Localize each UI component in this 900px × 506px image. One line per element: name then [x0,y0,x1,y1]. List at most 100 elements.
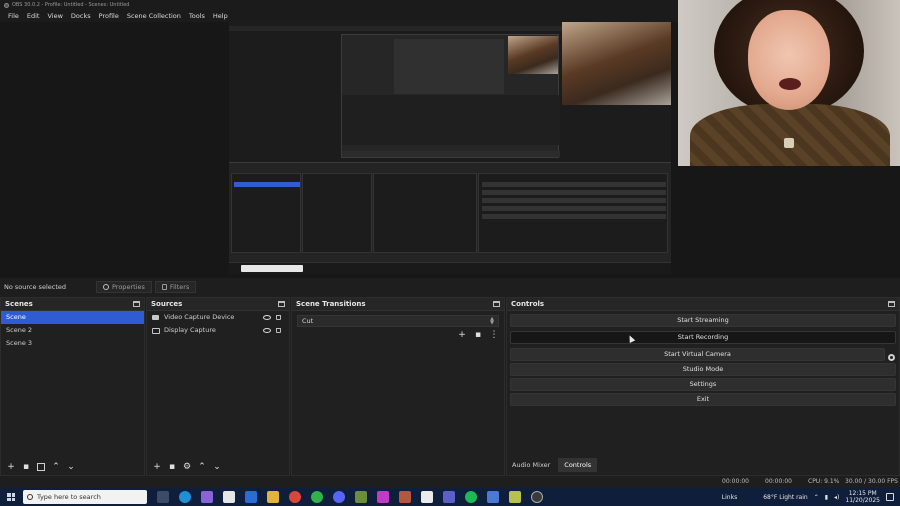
float-dock-icon[interactable] [493,301,500,307]
move-up-icon[interactable]: ⌃ [50,461,62,473]
task-view-icon[interactable] [157,491,169,503]
transition-select[interactable]: Cut ▲ ▼ [297,315,499,327]
lock-icon[interactable] [276,328,281,333]
document-icon[interactable] [421,491,433,503]
move-down-icon[interactable]: ⌄ [65,461,77,473]
source-item-video-capture[interactable]: Video Capture Device [147,311,289,324]
edge-icon[interactable] [179,491,191,503]
weather-widget[interactable]: 68°F Light rain [763,494,808,501]
transition-value: Cut [302,317,314,325]
transitions-title: Scene Transitions [296,300,366,308]
tab-audio-mixer[interactable]: Audio Mixer [506,458,556,472]
more-options-icon[interactable]: ⋮ [488,329,500,341]
nested-mini-preview [394,39,504,94]
spotify-icon[interactable] [465,491,477,503]
float-dock-icon[interactable] [888,301,895,307]
controls-dock-header: Controls [507,298,899,311]
properties-button[interactable]: Properties [96,281,152,293]
nested-webcam [562,22,671,105]
start-virtual-camera-button[interactable]: Start Virtual Camera [510,348,885,361]
exit-button[interactable]: Exit [510,393,896,406]
virtual-camera-label: Start Virtual Camera [664,350,731,358]
trash-icon[interactable]: ▪ [472,329,484,341]
float-dock-icon[interactable] [278,301,285,307]
links-toolbar[interactable]: Links [722,494,737,501]
webcam-pendant [784,138,794,148]
visibility-eye-icon[interactable] [263,315,271,320]
scene-filters-icon[interactable] [35,461,47,473]
start-streaming-button[interactable]: Start Streaming [510,314,896,327]
minecraft-icon[interactable] [355,491,367,503]
nested-sources-panel [302,173,372,253]
preview-canvas[interactable] [229,22,671,274]
tray-chevron-icon[interactable]: ⌃ [814,494,819,501]
app-yellow-icon[interactable] [509,491,521,503]
volume-icon[interactable]: ◂) [834,494,839,501]
nested-docks [229,162,671,262]
no-source-label: No source selected [4,283,66,291]
menu-help[interactable]: Help [209,10,232,22]
studio-mode-button[interactable]: Studio Mode [510,363,896,376]
start-recording-button[interactable]: Start Recording [510,331,896,344]
filters-label: Filters [169,283,190,291]
add-transition-icon[interactable]: + [456,329,468,341]
menu-file[interactable]: File [4,10,23,22]
notification-icon[interactable] [886,493,894,501]
taskbar-search[interactable]: Type here to search [23,490,147,504]
float-dock-icon[interactable] [133,301,140,307]
obs-taskbar-icon[interactable] [531,491,543,503]
menu-tools[interactable]: Tools [185,10,209,22]
sources-title: Sources [151,300,183,308]
clock-date: 11/20/2025 [845,497,880,504]
taskbar-clock[interactable]: 12:15 PM 11/20/2025 [845,490,880,504]
nested-controls-panel [478,173,668,253]
menu-scene-collection[interactable]: Scene Collection [123,10,185,22]
scenes-title: Scenes [5,300,33,308]
system-tray: Links 68°F Light rain ⌃ ▮ ◂) 12:15 PM 11… [722,488,900,506]
controls-title: Controls [511,300,545,308]
mail-icon[interactable] [245,491,257,503]
chrome-icon[interactable] [289,491,301,503]
gear-icon[interactable]: ⚙ [181,461,193,473]
network-icon[interactable]: ▮ [825,494,828,501]
app-orange-icon[interactable] [399,491,411,503]
filter-icon [161,284,167,290]
copilot-icon[interactable] [201,491,213,503]
filters-button[interactable]: Filters [154,281,197,293]
window-title: OBS 30.0.2 - Profile: Untitled - Scenes:… [12,2,130,8]
windows-start-icon[interactable] [7,493,15,501]
move-down-icon[interactable]: ⌄ [211,461,223,473]
lock-icon[interactable] [276,315,281,320]
settings-button[interactable]: Settings [510,378,896,391]
menu-docks[interactable]: Docks [67,10,95,22]
nested-control-btn [482,190,666,195]
teams-icon[interactable] [443,491,455,503]
scene-item-scene-2[interactable]: Scene 2 [1,324,144,337]
camera-icon [152,315,159,320]
webcam-sweater [690,104,890,166]
add-source-icon[interactable]: + [151,461,163,473]
source-item-display-capture[interactable]: Display Capture [147,324,289,337]
trash-icon[interactable]: ▪ [166,461,178,473]
photos-icon[interactable] [487,491,499,503]
add-scene-icon[interactable]: + [5,461,17,473]
discord-icon[interactable] [333,491,345,503]
gear-icon [103,284,109,290]
menu-profile[interactable]: Profile [95,10,123,22]
file-explorer-icon[interactable] [267,491,279,503]
virtual-camera-gear-icon[interactable] [888,354,895,361]
scene-item-scene[interactable]: Scene [1,311,144,324]
webcam-face [748,10,830,110]
nested-scenes-panel [231,173,301,253]
menu-edit[interactable]: Edit [23,10,44,22]
tab-controls[interactable]: Controls [558,458,598,472]
app-green-icon[interactable] [311,491,323,503]
scene-item-scene-3[interactable]: Scene 3 [1,337,144,350]
menu-view[interactable]: View [43,10,66,22]
visibility-eye-icon[interactable] [263,328,271,333]
app-pink-icon[interactable] [377,491,389,503]
trash-icon[interactable]: ▪ [20,461,32,473]
store-icon[interactable] [223,491,235,503]
sources-dock: Sources Video Capture Device Display Cap… [146,297,290,476]
move-up-icon[interactable]: ⌃ [196,461,208,473]
